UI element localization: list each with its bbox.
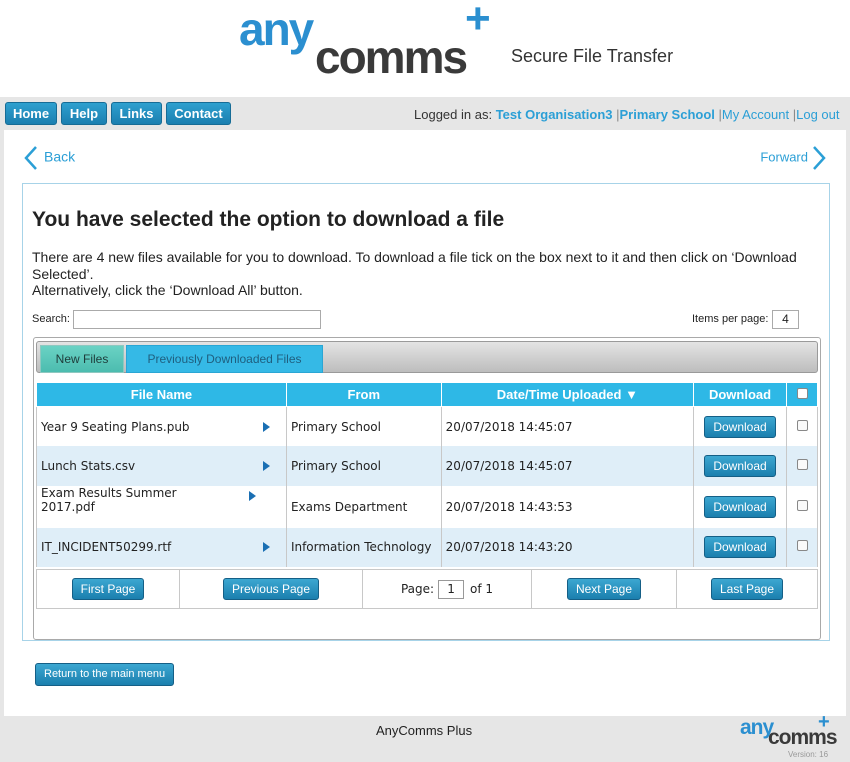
my-account-link[interactable]: My Account [722, 107, 789, 122]
file-from: Information Technology [285, 527, 442, 567]
download-panel: You have selected the option to download… [22, 183, 830, 641]
download-button[interactable]: Download [704, 415, 777, 438]
main-content: Back Forward You have selected the optio… [4, 130, 846, 716]
table-header-row: File Name From Date/Time Uploaded ▼ Down… [36, 382, 818, 407]
table-row: IT_INCIDENT50299.rtf Information Technol… [36, 527, 818, 567]
forward-link[interactable]: Forward [760, 144, 830, 172]
pager-previous-cell: Previous Page [180, 570, 363, 608]
file-name-cell: Lunch Stats.csv [41, 459, 282, 473]
intro-line-2: Alternatively, click the ‘Download All’ … [32, 282, 303, 298]
version-label: Version: 16 [788, 750, 829, 759]
last-page-button[interactable]: Last Page [710, 578, 784, 600]
nav-help-button[interactable]: Help [61, 102, 107, 125]
page-title: You have selected the option to download… [32, 208, 505, 231]
intro-line-1: There are 4 new files available for you … [32, 249, 797, 282]
file-name: Lunch Stats.csv [41, 458, 136, 473]
nav-home-button[interactable]: Home [5, 102, 57, 125]
col-header-select-all [786, 382, 818, 407]
logo-any-text: any [239, 3, 314, 55]
table-row: Exam Results Summer 2017.pdf Exams Depar… [36, 485, 818, 528]
items-per-page-input[interactable]: 4 [772, 310, 799, 329]
file-name-cell: Year 9 Seating Plans.pub [41, 420, 282, 434]
file-uploaded: 20/07/2018 14:43:20 [440, 527, 695, 567]
download-button[interactable]: Download [704, 536, 777, 559]
col-header-date-uploaded[interactable]: Date/Time Uploaded ▼ [440, 382, 695, 407]
intro-text: There are 4 new files available for you … [32, 249, 812, 299]
file-name-cell: Exam Results Summer 2017.pdf [41, 486, 191, 514]
expand-arrow-icon[interactable] [249, 490, 256, 501]
row-checkbox[interactable] [796, 419, 808, 431]
return-main-menu-button[interactable]: Return to the main menu [35, 663, 175, 686]
first-page-button[interactable]: First Page [71, 578, 145, 600]
file-grid: New Files Previously Downloaded Files Fi… [33, 337, 821, 640]
nav-bar: Home Help Links Contact Logged in as: Te… [0, 97, 850, 130]
footer-logo-plus: + [818, 711, 830, 733]
expand-arrow-icon[interactable] [262, 421, 270, 432]
pager-last-cell: Last Page [677, 570, 817, 608]
nav-contact-button[interactable]: Contact [166, 102, 231, 125]
file-name: Year 9 Seating Plans.pub [41, 419, 190, 434]
page-of-label: of 1 [470, 582, 494, 596]
logo-comms-text: comms [315, 31, 468, 83]
row-checkbox[interactable] [796, 458, 808, 470]
table-row: Year 9 Seating Plans.pub Primary School … [36, 406, 818, 446]
forward-label: Forward [760, 149, 808, 165]
chevron-right-icon [813, 146, 826, 170]
file-from: Primary School [285, 446, 442, 486]
file-uploaded: 20/07/2018 14:45:07 [440, 406, 695, 446]
row-checkbox[interactable] [796, 540, 808, 552]
file-from: Primary School [285, 406, 442, 446]
expand-arrow-icon[interactable] [262, 460, 270, 471]
row-checkbox[interactable] [796, 499, 808, 511]
pager-first-cell: First Page [37, 570, 180, 608]
file-name-cell: IT_INCIDENT50299.rtf [41, 540, 282, 554]
school-link[interactable]: Primary School [620, 107, 715, 122]
col-header-from[interactable]: From [285, 382, 442, 407]
file-from: Exams Department [285, 485, 442, 528]
tab-strip: New Files Previously Downloaded Files [36, 341, 818, 373]
anycomms-logo: any comms + [239, 0, 509, 83]
footer-text: AnyComms Plus [376, 723, 473, 738]
logo-plus-text: + [465, 0, 491, 43]
expand-arrow-icon[interactable] [262, 542, 270, 553]
file-uploaded: 20/07/2018 14:45:07 [440, 446, 695, 486]
site-header: any comms + Secure File Transfer [0, 0, 850, 97]
tab-previously-downloaded[interactable]: Previously Downloaded Files [126, 345, 323, 373]
organisation-link[interactable]: Test Organisation3 [496, 107, 613, 122]
file-name: Exam Results Summer 2017.pdf [41, 485, 177, 514]
table-row: Lunch Stats.csv Primary School 20/07/201… [36, 446, 818, 486]
previous-page-button[interactable]: Previous Page [222, 578, 320, 600]
back-label: Back [44, 148, 76, 165]
items-per-page-label: Items per page: [692, 313, 769, 325]
pager-next-cell: Next Page [532, 570, 677, 608]
select-all-checkbox[interactable] [796, 388, 808, 399]
col-header-download: Download [693, 382, 787, 407]
download-button[interactable]: Download [704, 454, 777, 477]
page-number-input[interactable]: 1 [438, 579, 465, 599]
pager: First Page Previous Page Page: 1 of 1 Ne… [36, 569, 818, 609]
next-page-button[interactable]: Next Page [566, 578, 642, 600]
log-out-link[interactable]: Log out [796, 107, 839, 122]
logged-in-label: Logged in as: [414, 107, 493, 122]
nav-links-button[interactable]: Links [111, 102, 162, 125]
search-input[interactable] [73, 310, 321, 329]
tagline: Secure File Transfer [511, 46, 674, 66]
login-info: Logged in as: Test Organisation3 |Primar… [414, 107, 840, 122]
chevron-left-icon [24, 146, 37, 170]
tab-new-files[interactable]: New Files [40, 345, 124, 373]
page-label: Page: [400, 582, 435, 596]
files-table: File Name From Date/Time Uploaded ▼ Down… [36, 382, 818, 567]
back-link[interactable]: Back [22, 144, 75, 172]
search-label: Search: [32, 313, 70, 325]
download-button[interactable]: Download [704, 495, 777, 518]
col-header-file-name[interactable]: File Name [36, 382, 287, 407]
pager-page-cell: Page: 1 of 1 [363, 570, 532, 608]
file-uploaded: 20/07/2018 14:43:53 [440, 485, 695, 528]
file-name: IT_INCIDENT50299.rtf [41, 540, 172, 555]
